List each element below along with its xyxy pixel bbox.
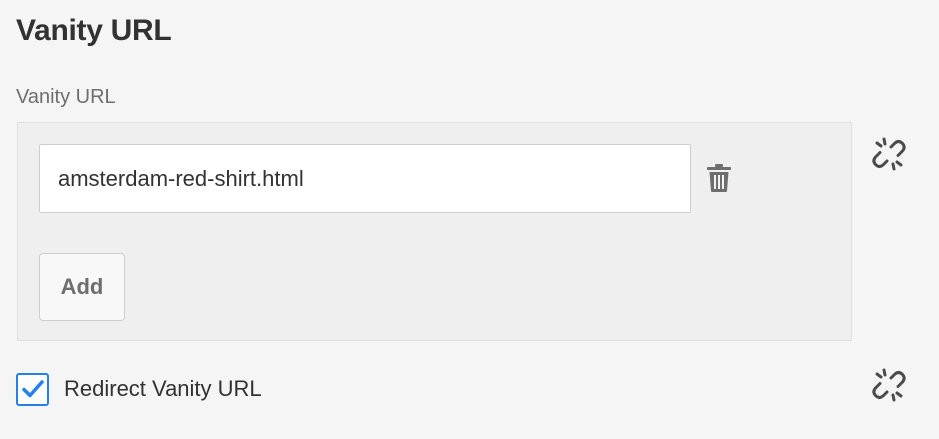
vanity-url-multifield: Add — [17, 122, 852, 341]
redirect-checkbox[interactable] — [16, 372, 49, 406]
redirect-checkbox-label: Redirect Vanity URL — [64, 376, 262, 401]
broken-link-icon — [872, 137, 906, 171]
checkmark-icon — [21, 380, 44, 398]
delete-item-button[interactable] — [702, 159, 736, 197]
add-button[interactable]: Add — [39, 253, 125, 321]
inherit-toggle-redirect[interactable] — [871, 367, 907, 403]
vanity-url-label: Vanity URL — [16, 86, 116, 108]
redirect-checkbox-row[interactable]: Redirect Vanity URL — [16, 371, 262, 407]
trash-icon — [707, 164, 731, 192]
section-title: Vanity URL — [16, 14, 172, 47]
vanity-url-input[interactable] — [39, 144, 691, 213]
broken-link-icon — [872, 368, 906, 402]
inherit-toggle-vanity-url[interactable] — [871, 136, 907, 172]
